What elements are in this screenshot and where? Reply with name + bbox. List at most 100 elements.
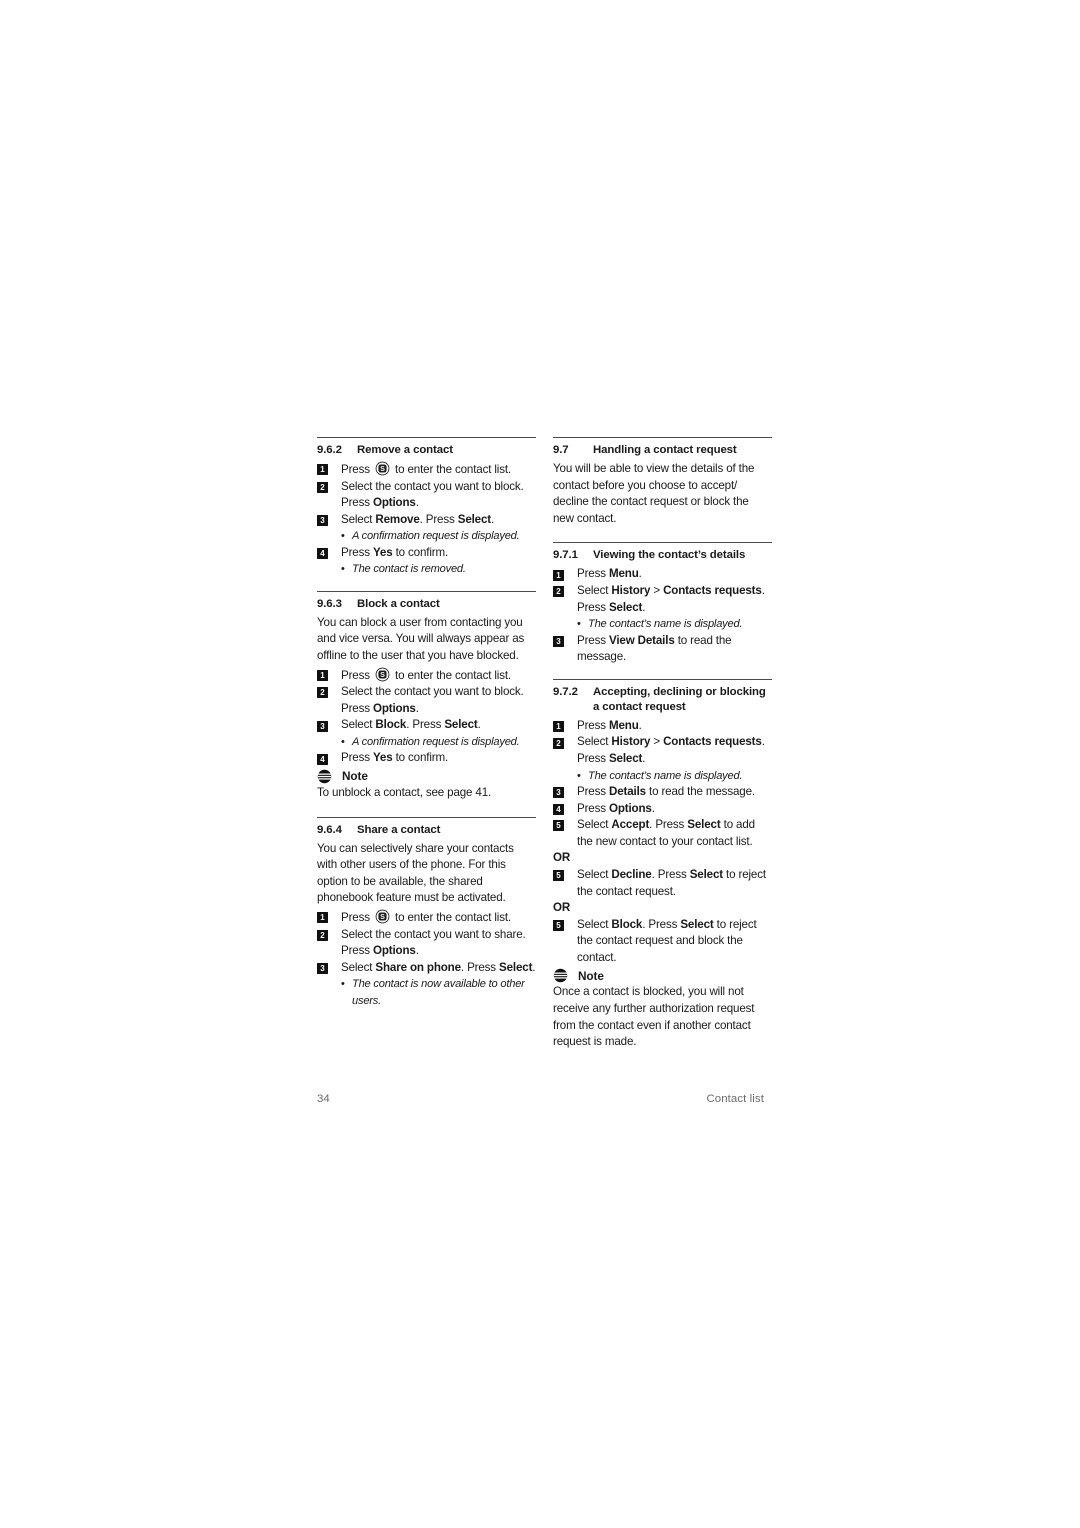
- step-marker: 4: [317, 753, 328, 765]
- section-heading-9-6-3: 9.6.3 Block a contact: [317, 597, 536, 612]
- sub-bullet-text: A confirmation request is displayed.: [352, 735, 520, 748]
- step-text: Press S to enter the contact list.: [341, 909, 512, 924]
- step-marker: 4: [553, 803, 564, 815]
- section-number: 9.7: [553, 444, 569, 456]
- step-text: Press Yes to confirm.: [341, 545, 449, 559]
- step-item: 2 Select History > Contacts requests. Pre…: [553, 734, 772, 767]
- step-marker: 3: [553, 635, 564, 647]
- step-text: Select Share on phone. Press Select.: [341, 960, 536, 974]
- section-heading-9-7-1: 9.7.1 Viewing the contact’s details: [553, 548, 772, 563]
- svg-text:S: S: [380, 912, 385, 921]
- section-title: Handling a contact request: [593, 444, 737, 456]
- step-item: 5 Select Accept. Press Select to add the …: [553, 817, 772, 850]
- section-heading-9-6-2: 9.6.2 Remove a contact: [317, 443, 536, 458]
- step-item: 3 Press View Details to read the message.: [553, 633, 772, 666]
- step-marker: 2: [317, 687, 328, 699]
- step-item: 5 Select Block. Press Select to reject th…: [553, 917, 772, 967]
- step-item: 2 Select the contact you want to block. P…: [317, 684, 536, 717]
- manual-page: 9.6.2 Remove a contact 1 Press S to enter t…: [0, 0, 1080, 1528]
- section-number: 9.6.3: [317, 597, 342, 610]
- left-column: 9.6.2 Remove a contact 1 Press S to enter t…: [317, 437, 536, 1053]
- right-column: 9.7 Handling a contact request You will be…: [553, 437, 772, 1053]
- bullet-dot: •: [577, 618, 581, 631]
- section-number: 9.6.2: [317, 444, 342, 456]
- note-block: Note To unblock a contact, see page 41.: [317, 769, 536, 802]
- or-label: OR: [553, 901, 571, 915]
- bullet-dot: •: [341, 530, 345, 543]
- sub-bullet-text: The contact’s name is displayed.: [588, 618, 743, 631]
- step-text: Press Menu.: [577, 567, 642, 581]
- step-item: 3 Select Remove. Press Select.: [317, 512, 536, 529]
- footer-page-number: 34: [317, 1093, 330, 1105]
- section-intro: You will be able to view the details of …: [553, 462, 755, 525]
- step-text: Select Block. Press Select to reject the…: [577, 917, 757, 964]
- section-heading-9-6-4: 9.6.4 Share a contact: [317, 823, 536, 838]
- step-note: • The contact is removed.: [317, 561, 536, 577]
- step-text: Press Yes to confirm.: [341, 751, 449, 765]
- two-column-body: 9.6.2 Remove a contact 1 Press S to enter t…: [317, 437, 772, 1053]
- step-marker: 4: [317, 547, 328, 559]
- step-list-9-7-1: 1 Press Menu. 2 Select History > Contacts r…: [553, 566, 772, 665]
- step-marker: 1: [553, 569, 564, 581]
- footer-section-name: Contact list: [706, 1093, 764, 1105]
- step-marker: 5: [553, 820, 564, 832]
- step-note: • The contact is now available to other u…: [317, 976, 536, 1009]
- step-item: 3 Press Details to read the message.: [553, 784, 772, 801]
- step-marker: 5: [553, 919, 564, 931]
- or-separator: OR: [553, 900, 772, 917]
- step-marker: 1: [317, 464, 328, 476]
- step-text: Select the contact you want to block. Pr…: [341, 479, 524, 510]
- step-text: Press S to enter the contact list.: [341, 461, 512, 476]
- section-rule: [553, 678, 772, 680]
- step-marker: 1: [317, 912, 328, 924]
- bullet-dot: •: [341, 978, 345, 991]
- note-icon: [553, 969, 568, 983]
- step-marker: 1: [553, 720, 564, 732]
- step-item: 3 Select Share on phone. Press Select.: [317, 960, 536, 977]
- step-item: 1 Press Menu.: [553, 718, 772, 735]
- step-item: 3 Select Block. Press Select.: [317, 717, 536, 734]
- step-item: 4 Press Yes to confirm.: [317, 750, 536, 767]
- note-icon: [317, 769, 332, 784]
- step-text: Select Accept. Press Select to add the n…: [577, 818, 755, 848]
- step-marker: 3: [317, 514, 328, 526]
- step-marker: 2: [553, 586, 564, 598]
- section-rule: [553, 542, 772, 544]
- step-text: Select History > Contacts requests. Pres…: [577, 583, 765, 614]
- step-item: 2 Select the contact you want to share. P…: [317, 927, 536, 960]
- sub-bullet: • The contact’s name is displayed.: [577, 616, 743, 632]
- svg-text:S: S: [380, 464, 385, 473]
- page-footer: 34 Contact list: [317, 1093, 764, 1105]
- step-list-9-7-2: 1 Press Menu. 2 Select History > Contacts r…: [553, 718, 772, 967]
- step-text: Select Block. Press Select.: [341, 718, 481, 732]
- step-text: Press Options.: [577, 801, 655, 815]
- phonebook-key-icon: S: [375, 909, 390, 924]
- bullet-dot: •: [577, 769, 581, 782]
- step-marker: 3: [553, 787, 564, 799]
- step-list-9-6-3: 1 Press S to enter the contact list. 2 Sele…: [317, 667, 536, 767]
- sub-bullet-text: The contact’s name is displayed.: [588, 769, 743, 782]
- note-title: Note: [578, 968, 604, 983]
- section-rule: [553, 437, 772, 438]
- step-note: • The contact’s name is displayed.: [553, 768, 772, 784]
- section-title: Accepting, declining or blocking a conta…: [593, 685, 766, 713]
- step-text: Press S to enter the contact list.: [341, 667, 512, 682]
- section-number: 9.6.4: [317, 823, 342, 836]
- sub-bullet: • The contact is removed.: [341, 561, 466, 577]
- step-text: Select the contact you want to block. Pr…: [341, 685, 524, 715]
- section-title: Block a contact: [357, 597, 440, 610]
- section-heading-9-7: 9.7 Handling a contact request: [553, 443, 772, 458]
- section-intro: You can block a user from contacting you…: [317, 615, 525, 662]
- step-list-9-6-4: 1 Press S to enter the contact list. 2 Sele…: [317, 909, 536, 1009]
- section-title: Remove a contact: [357, 444, 453, 456]
- step-marker: 2: [317, 929, 328, 941]
- sub-bullet: • The contact is now available to other u…: [341, 976, 536, 1009]
- sub-bullet-text: The contact is now available to other us…: [352, 978, 525, 1007]
- step-text: Press Menu.: [577, 718, 642, 732]
- section-rule: [317, 590, 536, 592]
- section-number: 9.7.1: [553, 549, 578, 562]
- phonebook-key-icon: S: [375, 461, 390, 476]
- step-text: Select History > Contacts requests. Pres…: [577, 735, 765, 765]
- step-item: 1 Press S to enter the contact list.: [317, 461, 536, 479]
